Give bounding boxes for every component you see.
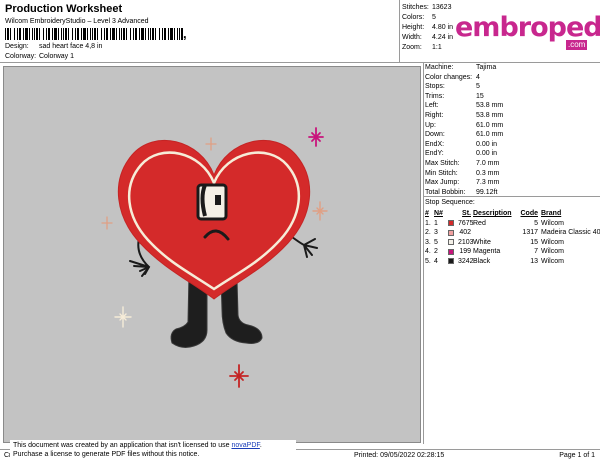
design-stats: Stitches: 13623 Colors: 5 Height: 4.80 in W… [402,3,454,53]
worksheet-title: Production Worksheet [5,3,123,15]
color-swatch [446,257,458,267]
sparkle-red-bottom [229,364,249,388]
stat-width: Width: 4.24 in [402,34,454,41]
sparkle-peach-left [101,216,113,230]
sparkle-peach-small [205,137,217,151]
colorway-line: Colorway: Colorway 1 [5,53,75,60]
colorway-value: Colorway 1 [39,53,75,60]
stop-sequence-table: # N# St. Description Code Brand 1. 1 7675… [425,209,600,267]
color-swatch [446,247,458,257]
software-name: Wilcom EmbroideryStudio – Level 3 Advanc… [5,18,149,25]
stat-colors: Colors: 5 [402,14,436,21]
table-row: 3. 5 2103 White 15 Wilcom [425,238,564,248]
stop-table-header: # N# St. Description Code Brand [425,210,562,217]
color-swatch [446,219,458,229]
design-preview-canvas [3,66,421,443]
logo-dotcom: .com [566,40,588,50]
sparkle-magenta-top [308,127,324,147]
sparkle-peach-right [312,201,328,221]
stat-stitches: Stitches: 13623 [402,4,452,11]
embroidery-design [101,127,328,388]
printed-timestamp: Printed: 09/05/2022 02:28:15 [354,452,445,459]
design-line: Design: sad heart face 4,8 in [5,43,103,50]
table-row: 2. 3 402 1317 Madeira Classic 40 [425,228,600,238]
table-row: 1. 1 7675 Red 5 Wilcom [425,219,564,229]
embropedia-logo: embropedia [455,12,600,43]
barcode [5,28,183,40]
machine-info: Machine: Tajima Color changes: 4 Stops: 5 T… [425,64,504,196]
table-row: 5. 4 3242 Black 13 Wilcom [425,257,564,267]
table-row: 4. 2 199 Magenta 7 Wilcom [425,247,564,257]
design-value: sad heart face 4,8 in [39,43,103,50]
page-number: Page 1 of 1 [559,452,595,459]
heart-eye [196,183,228,221]
stat-height: Height: 4.80 in [402,24,454,31]
sparkle-cream [114,306,132,328]
pdf-license-notice: This document was created by an applicat… [10,440,296,460]
color-swatch [446,238,458,248]
novapdf-link[interactable]: novaPDF [231,442,259,449]
barcode-suffix: , [183,26,187,41]
stat-zoom: Zoom: 1:1 [402,44,442,51]
color-swatch [446,228,458,238]
stop-sequence-title: Stop Sequence: [425,199,475,206]
